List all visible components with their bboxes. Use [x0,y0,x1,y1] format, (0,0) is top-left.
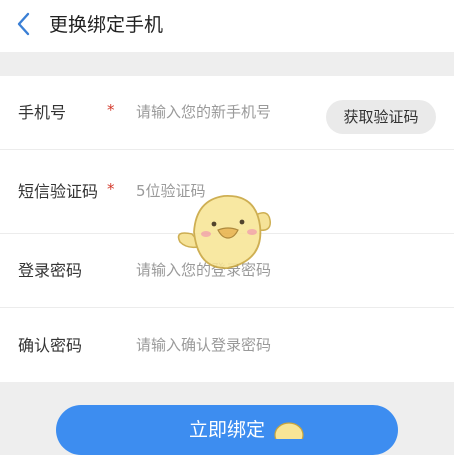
page-title: 更换绑定手机 [49,14,164,36]
chevron-left-icon[interactable] [14,10,34,38]
sms-code-label: 短信验证码 [18,182,99,201]
phone-input[interactable] [136,101,336,123]
phone-label: 手机号 [18,103,67,122]
get-code-button[interactable]: 获取验证码 [326,100,436,134]
sms-code-required-mark: * [107,180,115,198]
confirm-password-label: 确认密码 [18,336,83,355]
bind-now-button[interactable]: 立即绑定 [56,405,398,455]
duck-mascot-icon [274,422,304,439]
duck-mascot-icon [177,195,271,269]
confirm-password-input[interactable] [136,334,336,356]
confirm-password-row: 确认密码 [0,308,454,382]
password-label: 登录密码 [18,261,83,280]
app-header: 更换绑定手机 [0,0,454,52]
phone-required-mark: * [107,101,115,119]
